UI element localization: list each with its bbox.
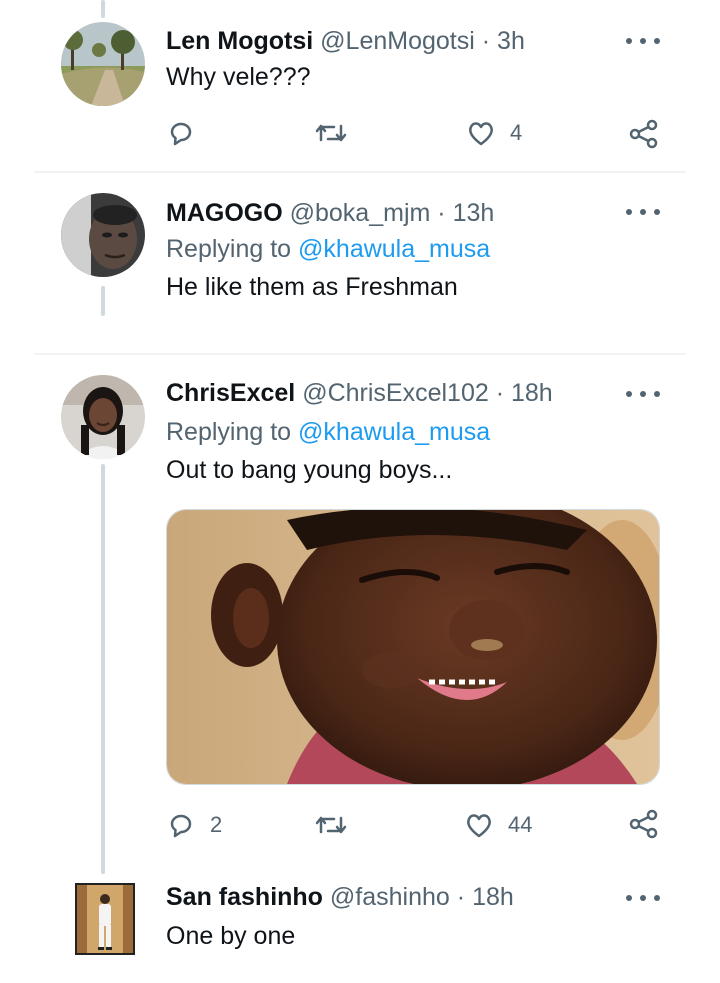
display-name[interactable]: San fashinho <box>166 883 323 911</box>
reply-icon <box>170 814 192 838</box>
replying-to: Replying to @khawula_musa <box>166 417 490 447</box>
tweet-header: MAGOGO @boka_mjm · 13h <box>166 198 494 228</box>
display-name[interactable]: MAGOGO <box>166 199 283 227</box>
more-options-icon[interactable] <box>626 888 660 908</box>
retweet-button[interactable] <box>314 118 348 148</box>
man-portrait-avatar[interactable] <box>61 193 145 277</box>
user-handle[interactable]: @boka_mjm <box>290 199 431 227</box>
divider <box>34 353 686 355</box>
like-count: 44 <box>508 812 533 837</box>
separator-dot: · <box>481 27 491 55</box>
replying-to-label: Replying to <box>166 418 292 446</box>
tweet-header: ChrisExcel @ChrisExcel102 · 18h <box>166 378 553 408</box>
retweet-button[interactable] <box>314 810 348 840</box>
heart-icon <box>467 814 491 838</box>
thread-line-magogo <box>101 286 105 316</box>
separator-dot: · <box>437 199 446 227</box>
thread-line-top <box>101 0 105 18</box>
timestamp[interactable]: 13h <box>453 199 495 227</box>
share-icon <box>629 809 658 839</box>
share-icon <box>629 119 658 149</box>
tweet-text: Out to bang young boys... <box>166 456 453 484</box>
reply-icon <box>170 122 192 146</box>
timestamp[interactable]: 18h <box>511 379 553 407</box>
share-button[interactable] <box>628 808 660 840</box>
replying-to-label: Replying to <box>166 235 292 263</box>
standing-man-avatar[interactable] <box>75 883 135 955</box>
more-options-icon[interactable] <box>626 31 660 51</box>
landscape-avatar[interactable] <box>61 22 145 106</box>
heart-icon <box>469 122 493 146</box>
tweet-header: Len Mogotsi @LenMogotsi · 3h <box>166 26 525 56</box>
reply-button[interactable] <box>166 118 196 148</box>
more-options-icon[interactable] <box>626 202 660 222</box>
mention-link[interactable]: @khawula_musa <box>298 235 490 263</box>
separator-dot: · <box>456 883 466 911</box>
retweet-icon <box>315 816 347 834</box>
tweet-text: He like them as Freshman <box>166 273 458 301</box>
tweet-text: One by one <box>166 922 296 950</box>
woman-portrait-avatar[interactable] <box>61 375 145 459</box>
mention-link[interactable]: @khawula_musa <box>298 418 490 446</box>
reply-button[interactable]: 2 <box>166 810 222 840</box>
like-button[interactable]: 44 <box>464 810 532 840</box>
laughing-child-photo[interactable] <box>166 509 660 785</box>
like-count: 4 <box>510 120 523 145</box>
user-handle[interactable]: @LenMogotsi <box>320 27 475 55</box>
retweet-icon <box>315 124 347 142</box>
replying-to: Replying to @khawula_musa <box>166 234 490 264</box>
divider <box>34 171 686 173</box>
timestamp[interactable]: 18h <box>472 883 514 911</box>
like-button[interactable]: 4 <box>466 118 522 148</box>
reply-count: 2 <box>210 812 223 837</box>
share-button[interactable] <box>628 118 660 150</box>
more-options-icon[interactable] <box>626 384 660 404</box>
user-handle[interactable]: @fashinho <box>330 883 450 911</box>
timestamp[interactable]: 3h <box>497 27 525 55</box>
display-name[interactable]: Len Mogotsi <box>166 27 313 55</box>
user-handle[interactable]: @ChrisExcel102 <box>302 379 489 407</box>
tweet-text: Why vele??? <box>166 63 311 91</box>
display-name[interactable]: ChrisExcel <box>166 379 295 407</box>
thread-line-chrisexcel <box>101 464 105 874</box>
separator-dot: · <box>495 379 505 407</box>
tweet-header: San fashinho @fashinho · 18h <box>166 882 514 912</box>
